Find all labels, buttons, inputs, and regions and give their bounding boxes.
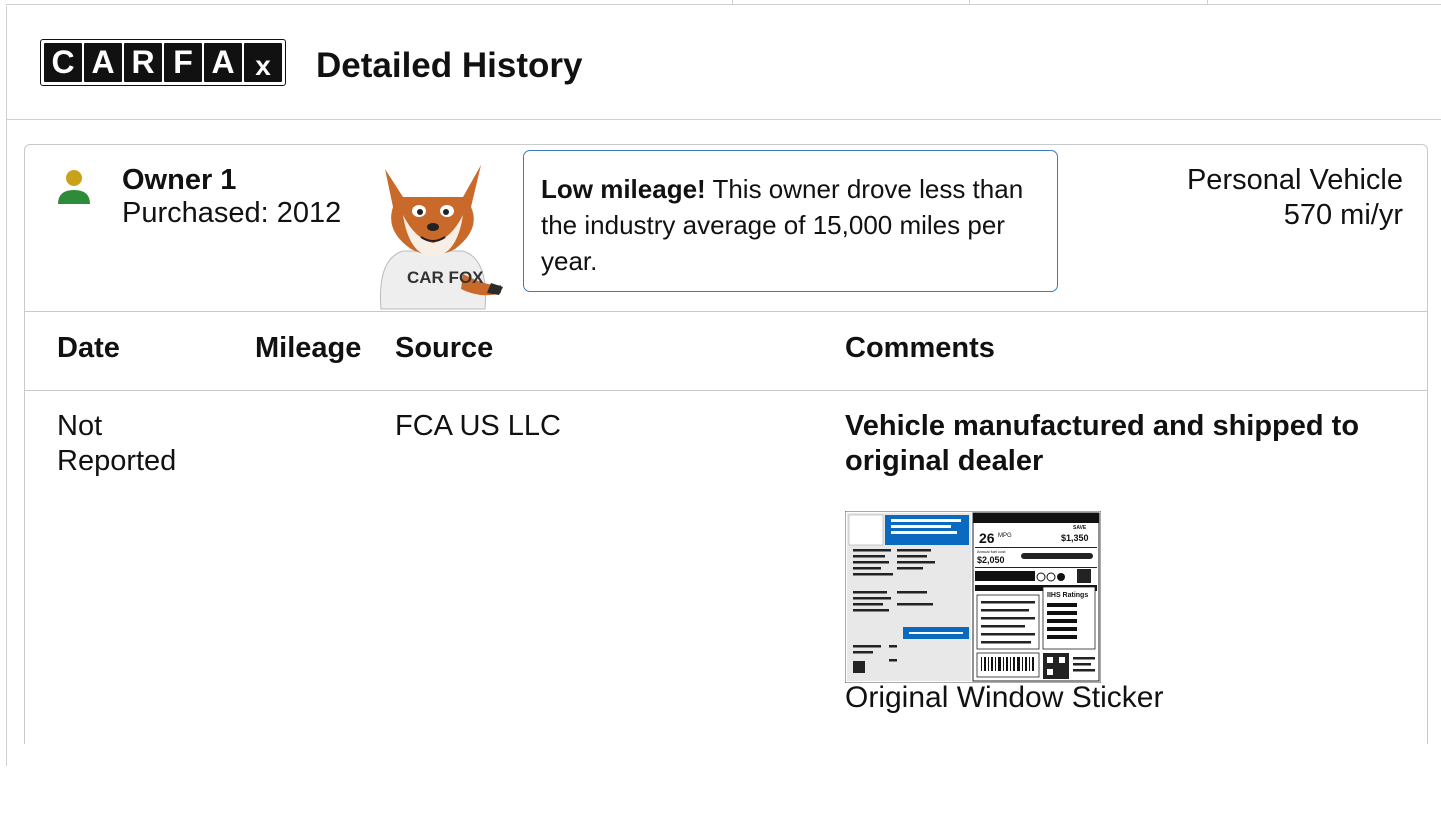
person-icon [58, 170, 90, 204]
page-title: Detailed History [316, 46, 583, 85]
sticker-annual-cost-label: Annual fuel cost [977, 549, 1006, 554]
history-table-header: Date Mileage Source Comments [25, 311, 1427, 391]
sticker-save-amount: $1,350 [1061, 533, 1089, 543]
row-comment-title: Vehicle manufactured and shipped to orig… [845, 410, 1360, 477]
logo-letter: C [44, 43, 82, 82]
column-header-source: Source [395, 332, 494, 364]
owner-summary: Owner 1 Purchased: 2012 CAR FOX Low mile… [25, 145, 1427, 312]
owner-purchased: Purchased: 2012 [122, 197, 342, 229]
window-sticker-thumbnail[interactable]: 26 MPG SAVE $1,350 Annual fuel cost $2,0… [845, 511, 1101, 683]
carfax-logo: C A R F A X [40, 39, 286, 86]
top-tab-strip [6, 0, 1441, 5]
table-row: Not Reported FCA US LLC Vehicle manufact… [25, 391, 1427, 731]
sticker-iihs: IIHS Ratings [1047, 592, 1088, 599]
report-header: C A R F A X Detailed History [6, 6, 1441, 120]
sticker-mpg-unit: MPG [998, 533, 1012, 539]
logo-letter: X [244, 43, 282, 82]
sticker-mpg: 26 [979, 530, 995, 546]
callout-highlight: Low mileage! [541, 174, 706, 204]
car-fox-mascot-icon: CAR FOX [379, 165, 503, 310]
row-date: Not Reported [57, 410, 177, 477]
sticker-save: SAVE [1073, 525, 1087, 531]
vehicle-type: Personal Vehicle [1186, 164, 1403, 196]
owner-card: Owner 1 Purchased: 2012 CAR FOX Low mile… [24, 144, 1428, 744]
row-source: FCA US LLC [395, 410, 561, 442]
vehicle-usage: Personal Vehicle 570 mi/yr [1187, 163, 1403, 233]
column-header-mileage: Mileage [255, 332, 362, 364]
logo-letter: F [164, 43, 202, 82]
logo-letter: A [84, 43, 122, 82]
owner-name: Owner 1 [122, 164, 237, 196]
logo-letter: R [124, 43, 162, 82]
column-header-date: Date [57, 332, 120, 364]
logo-letter: A [204, 43, 242, 82]
mascot-shirt-text: CAR FOX [407, 268, 484, 287]
window-sticker-link[interactable]: Original Window Sticker [845, 681, 1163, 715]
sticker-annual-cost: $2,050 [977, 555, 1005, 565]
low-mileage-callout: Low mileage! This owner drove less than … [523, 150, 1058, 292]
column-header-comments: Comments [845, 332, 995, 364]
mileage-rate: 570 mi/yr [1283, 199, 1403, 231]
